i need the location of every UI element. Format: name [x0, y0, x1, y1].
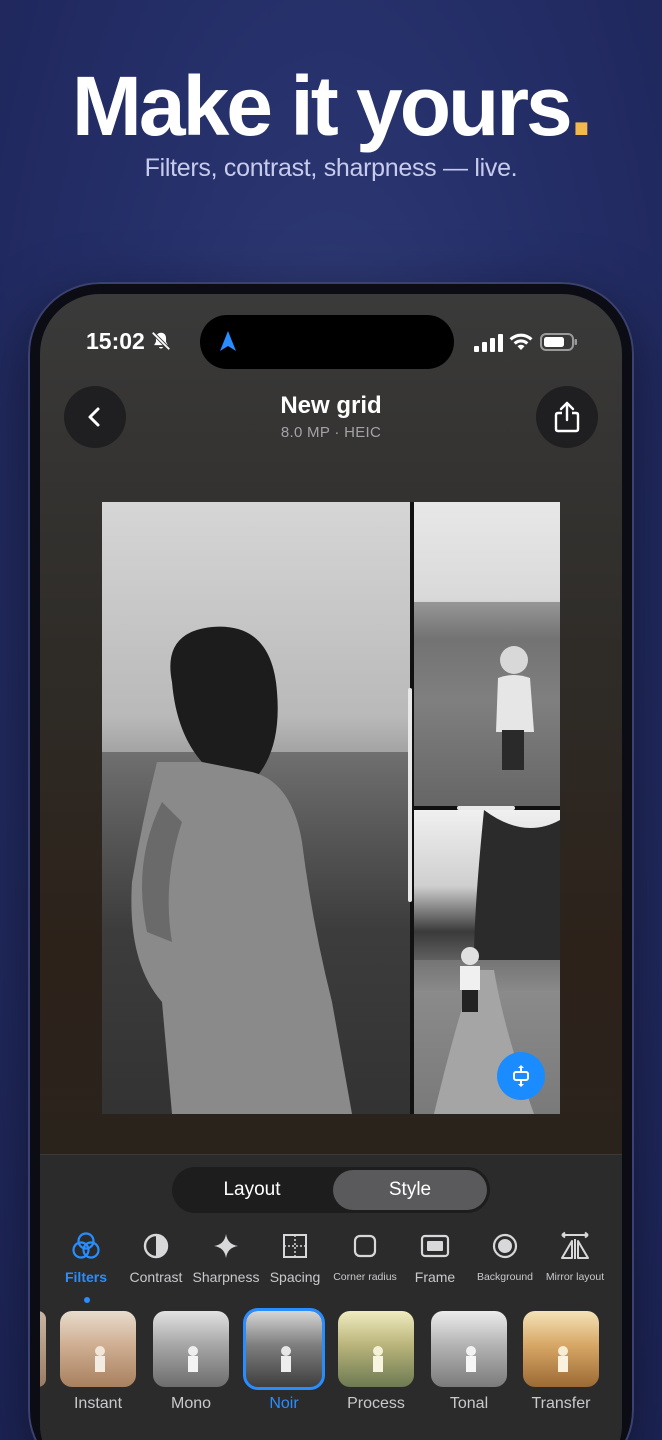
tool-label: Sharpness — [192, 1269, 260, 1285]
filter-label: Tonal — [449, 1395, 489, 1412]
battery-icon — [540, 333, 577, 351]
filter-label: Process — [347, 1395, 405, 1412]
filter-thumbnail — [431, 1311, 507, 1387]
filter-mono[interactable]: Mono — [152, 1311, 230, 1413]
tool-label: Filters — [64, 1269, 107, 1285]
filter-thumbnail — [338, 1311, 414, 1387]
contrast-icon — [143, 1233, 169, 1259]
phone-screen: 15:02 New grid 8.0 MP · HEIC Layout Styl… — [40, 294, 622, 1440]
filter-process[interactable]: Process — [337, 1311, 415, 1413]
tool-label: Background — [476, 1271, 534, 1283]
document-meta: 8.0 MP · HEIC — [280, 424, 382, 441]
filter-label: Transfer — [531, 1395, 591, 1412]
tool-filters[interactable]: Filters — [46, 1229, 126, 1285]
tool-label: Mirror layout — [545, 1271, 605, 1283]
dynamic-island — [200, 315, 454, 369]
photo-top-right[interactable] — [414, 502, 560, 806]
corner-radius-icon — [353, 1234, 377, 1258]
promo-subline: Filters, contrast, sharpness — live. — [144, 154, 518, 182]
child-silhouette-photo — [102, 626, 410, 1114]
filters-icon — [72, 1232, 100, 1259]
phone-frame: 15:02 New grid 8.0 MP · HEIC Layout Styl… — [28, 282, 634, 1440]
filter-thumbnail — [243, 1308, 325, 1390]
status-time: 15:02 — [86, 328, 145, 354]
segment-style[interactable]: Style — [333, 1170, 487, 1210]
tool-contrast[interactable]: Contrast — [116, 1229, 196, 1285]
tool-mirror-layout[interactable]: Mirror layout — [535, 1229, 615, 1283]
filter-label: Instant — [73, 1395, 123, 1412]
document-title: New grid — [280, 392, 382, 419]
filter-thumbnail — [60, 1311, 136, 1387]
filter-label: Noir — [269, 1395, 299, 1412]
cellular-signal-icon — [474, 334, 503, 352]
filter-strip: Instant Mono Noir Process Tonal Transfer — [40, 1308, 622, 1421]
bell-slash-icon — [151, 331, 171, 351]
tool-corner-radius[interactable]: Corner radius — [325, 1229, 405, 1283]
promo-headline-dot: . — [569, 59, 593, 153]
tool-background[interactable]: Background — [465, 1229, 545, 1283]
share-icon — [554, 401, 580, 433]
mode-segmented-control: Layout Style — [172, 1167, 490, 1213]
horizontal-divider-handle[interactable] — [457, 806, 515, 810]
filter-instant[interactable]: Instant — [59, 1311, 137, 1413]
filter-noir[interactable]: Noir — [243, 1308, 325, 1413]
filter-thumbnail — [523, 1311, 599, 1387]
segment-layout[interactable]: Layout — [175, 1170, 329, 1210]
promo-headline-text: Make it yours — [71, 59, 573, 153]
tool-label: Corner radius — [333, 1271, 397, 1283]
grid-canvas — [102, 502, 560, 1114]
tool-sharpness[interactable]: Sharpness — [186, 1229, 266, 1285]
wifi-icon — [509, 333, 533, 350]
document-header: New grid 8.0 MP · HEIC — [40, 392, 622, 441]
filter-tonal[interactable]: Tonal — [430, 1311, 508, 1413]
style-tools: Filters Contrast Sharpness Spacing Corne… — [40, 1229, 622, 1303]
filter-thumbnail-partial[interactable] — [40, 1311, 46, 1387]
background-icon — [492, 1233, 518, 1259]
tool-label: Frame — [414, 1269, 456, 1285]
spacing-icon — [283, 1234, 307, 1258]
status-bar: 15:02 — [40, 294, 622, 384]
child-thumbnail — [95, 1346, 105, 1372]
filter-thumbnail — [153, 1311, 229, 1387]
share-button[interactable] — [536, 386, 598, 448]
location-arrow-icon — [220, 331, 236, 351]
photo-large[interactable] — [102, 502, 410, 1114]
resize-vertical-icon — [513, 1065, 529, 1087]
child-thumbnail — [373, 1346, 383, 1372]
filter-transfer[interactable]: Transfer — [522, 1311, 600, 1413]
child-thumbnail — [188, 1346, 198, 1372]
tool-frame[interactable]: Frame — [395, 1229, 475, 1285]
tool-label: Spacing — [269, 1269, 321, 1285]
child-field-photo — [414, 602, 560, 806]
mirror-icon — [561, 1231, 589, 1259]
child-thumbnail — [281, 1346, 291, 1372]
promo-headline: Make it yours. — [0, 58, 662, 155]
resize-button[interactable] — [497, 1052, 545, 1100]
child-thumbnail — [558, 1346, 568, 1372]
tool-spacing[interactable]: Spacing — [255, 1229, 335, 1285]
vertical-divider-handle[interactable] — [408, 688, 412, 902]
edit-panel: Layout Style Filters Contrast Sharpness … — [40, 1154, 622, 1440]
tool-label: Contrast — [129, 1269, 183, 1285]
frame-icon — [420, 1234, 450, 1258]
child-thumbnail — [466, 1346, 476, 1372]
sparkle-icon — [214, 1234, 238, 1258]
filter-label: Mono — [170, 1395, 212, 1412]
active-tool-indicator — [84, 1297, 90, 1303]
